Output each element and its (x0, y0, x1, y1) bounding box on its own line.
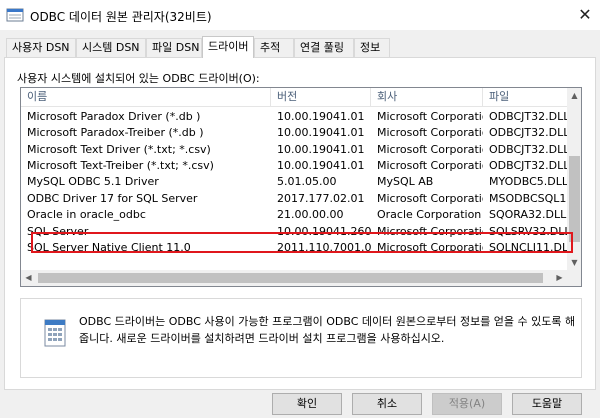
table-row[interactable]: Oracle in oracle_odbc 21.00.00.00 Oracle… (21, 207, 567, 223)
tab-drivers[interactable]: 드라이버 (202, 36, 254, 58)
table-row[interactable]: Microsoft Paradox-Treiber (*.db ) 10.00.… (21, 125, 567, 141)
scroll-right-icon[interactable]: ▶ (552, 270, 567, 286)
driver-company: Microsoft Corporation (377, 126, 483, 139)
info-box: ODBC 드라이버는 ODBC 사용이 가능한 프로그램이 ODBC 데이터 원… (20, 298, 582, 378)
drivers-panel: 사용자 시스템에 설치되어 있는 ODBC 드라이버(O): 이름 버전 회사 … (4, 57, 596, 390)
horizontal-scroll-thumb[interactable] (38, 273, 543, 283)
driver-version: 10.00.19041.01 (277, 143, 365, 156)
vertical-scrollbar[interactable]: ▲ ▼ (567, 88, 581, 270)
cancel-button[interactable]: 취소 (352, 393, 422, 415)
driver-company: Microsoft Corporation (377, 225, 483, 238)
driver-name: ODBC Driver 17 for SQL Server (27, 192, 198, 205)
driver-name: SQL Server (27, 225, 89, 238)
driver-file: SQLNCLI11.DLL (489, 241, 567, 254)
driver-name: Microsoft Text-Treiber (*.txt; *.csv) (27, 159, 214, 172)
tab-file-dsn[interactable]: 파일 DSN (146, 38, 202, 57)
vertical-scroll-thumb[interactable] (569, 156, 580, 242)
drivers-heading: 사용자 시스템에 설치되어 있는 ODBC 드라이버(O): (17, 72, 260, 85)
apply-button[interactable]: 적용(A) (432, 393, 502, 415)
driver-version: 10.00.19041.01 (277, 159, 365, 172)
table-row[interactable]: SQL Server Native Client 11.0 2011.110.7… (21, 240, 567, 256)
driver-company: Microsoft Corporation (377, 143, 483, 156)
dialog-body: 사용자 DSN 시스템 DSN 파일 DSN 드라이버 추적 연결 풀링 정보 … (0, 30, 600, 418)
driver-version: 21.00.00.00 (277, 208, 344, 221)
table-row[interactable]: Microsoft Paradox Driver (*.db ) 10.00.1… (21, 109, 567, 125)
close-button[interactable]: ✕ (570, 0, 600, 30)
driver-name: Microsoft Text Driver (*.txt; *.csv) (27, 143, 211, 156)
tab-about[interactable]: 정보 (354, 38, 390, 57)
column-header-version[interactable]: 버전 (271, 88, 371, 107)
info-description: ODBC 드라이버는 ODBC 사용이 가능한 프로그램이 ODBC 데이터 원… (79, 315, 576, 345)
driver-version: 10.00.19041.01 (277, 110, 365, 123)
driver-version: 10.00.19041.2604 (277, 225, 371, 238)
driver-version: 2017.177.02.01 (277, 192, 365, 205)
driver-file: SQORA32.DLL (489, 208, 567, 221)
horizontal-scrollbar[interactable]: ◀ ▶ (21, 270, 567, 286)
driver-name: SQL Server Native Client 11.0 (27, 241, 191, 254)
help-button[interactable]: 도움말 (512, 393, 582, 415)
driver-company: Microsoft Corporation (377, 192, 483, 205)
tab-user-dsn[interactable]: 사용자 DSN (6, 38, 76, 57)
driver-file: ODBCJT32.DLL (489, 126, 567, 139)
tab-tracing[interactable]: 추적 (254, 38, 294, 57)
table-row[interactable]: Microsoft Text Driver (*.txt; *.csv) 10.… (21, 142, 567, 158)
driver-name: MySQL ODBC 5.1 Driver (27, 175, 159, 188)
driver-company: Oracle Corporation (377, 208, 482, 221)
column-header-file[interactable]: 파일 (483, 88, 567, 107)
driver-file: MSODBCSQL17 (489, 192, 567, 205)
table-row[interactable]: ODBC Driver 17 for SQL Server 2017.177.0… (21, 191, 567, 207)
driver-file: MYODBC5.DLL (489, 175, 567, 188)
driver-company: MySQL AB (377, 175, 434, 188)
odbc-app-icon (6, 8, 24, 22)
drivers-list[interactable]: 이름 버전 회사 파일 Microsoft Paradox Driver (*.… (20, 87, 582, 287)
driver-company: Microsoft Corporation (377, 110, 483, 123)
driver-version: 2011.110.7001.00 (277, 241, 371, 254)
table-row-mysql[interactable]: MySQL ODBC 5.1 Driver 5.01.05.00 MySQL A… (21, 174, 567, 190)
tab-connection-pooling[interactable]: 연결 풀링 (294, 38, 354, 57)
driver-company: Microsoft Corporation (377, 159, 483, 172)
driver-file: ODBCJT32.DLL (489, 159, 567, 172)
window-title: ODBC 데이터 원본 관리자(32비트) (30, 10, 212, 24)
close-icon: ✕ (578, 5, 592, 24)
column-header-name[interactable]: 이름 (21, 88, 271, 107)
driver-name: Oracle in oracle_odbc (27, 208, 146, 221)
list-header: 이름 버전 회사 파일 (21, 88, 567, 107)
scrollbar-corner (567, 270, 581, 286)
table-row[interactable]: SQL Server 10.00.19041.2604 Microsoft Co… (21, 224, 567, 240)
driver-name: Microsoft Paradox Driver (*.db ) (27, 110, 201, 123)
scroll-up-icon[interactable]: ▲ (567, 88, 581, 103)
driver-company: Microsoft Corporation (377, 241, 483, 254)
column-header-company[interactable]: 회사 (371, 88, 483, 107)
list-body: Microsoft Paradox Driver (*.db ) 10.00.1… (21, 107, 567, 269)
driver-version: 5.01.05.00 (277, 175, 337, 188)
tab-system-dsn[interactable]: 시스템 DSN (76, 38, 146, 57)
ok-button[interactable]: 확인 (272, 393, 342, 415)
driver-version: 10.00.19041.01 (277, 126, 365, 139)
table-row[interactable]: Microsoft Text-Treiber (*.txt; *.csv) 10… (21, 158, 567, 174)
driver-file: SQLSRV32.DLL (489, 225, 567, 238)
data-sources-icon (44, 319, 66, 347)
scroll-left-icon[interactable]: ◀ (21, 270, 36, 286)
driver-name: Microsoft Paradox-Treiber (*.db ) (27, 126, 204, 139)
scroll-down-icon[interactable]: ▼ (567, 255, 581, 270)
driver-file: ODBCJT32.DLL (489, 143, 567, 156)
driver-file: ODBCJT32.DLL (489, 110, 567, 123)
title-bar: ODBC 데이터 원본 관리자(32비트) ✕ (0, 0, 600, 30)
